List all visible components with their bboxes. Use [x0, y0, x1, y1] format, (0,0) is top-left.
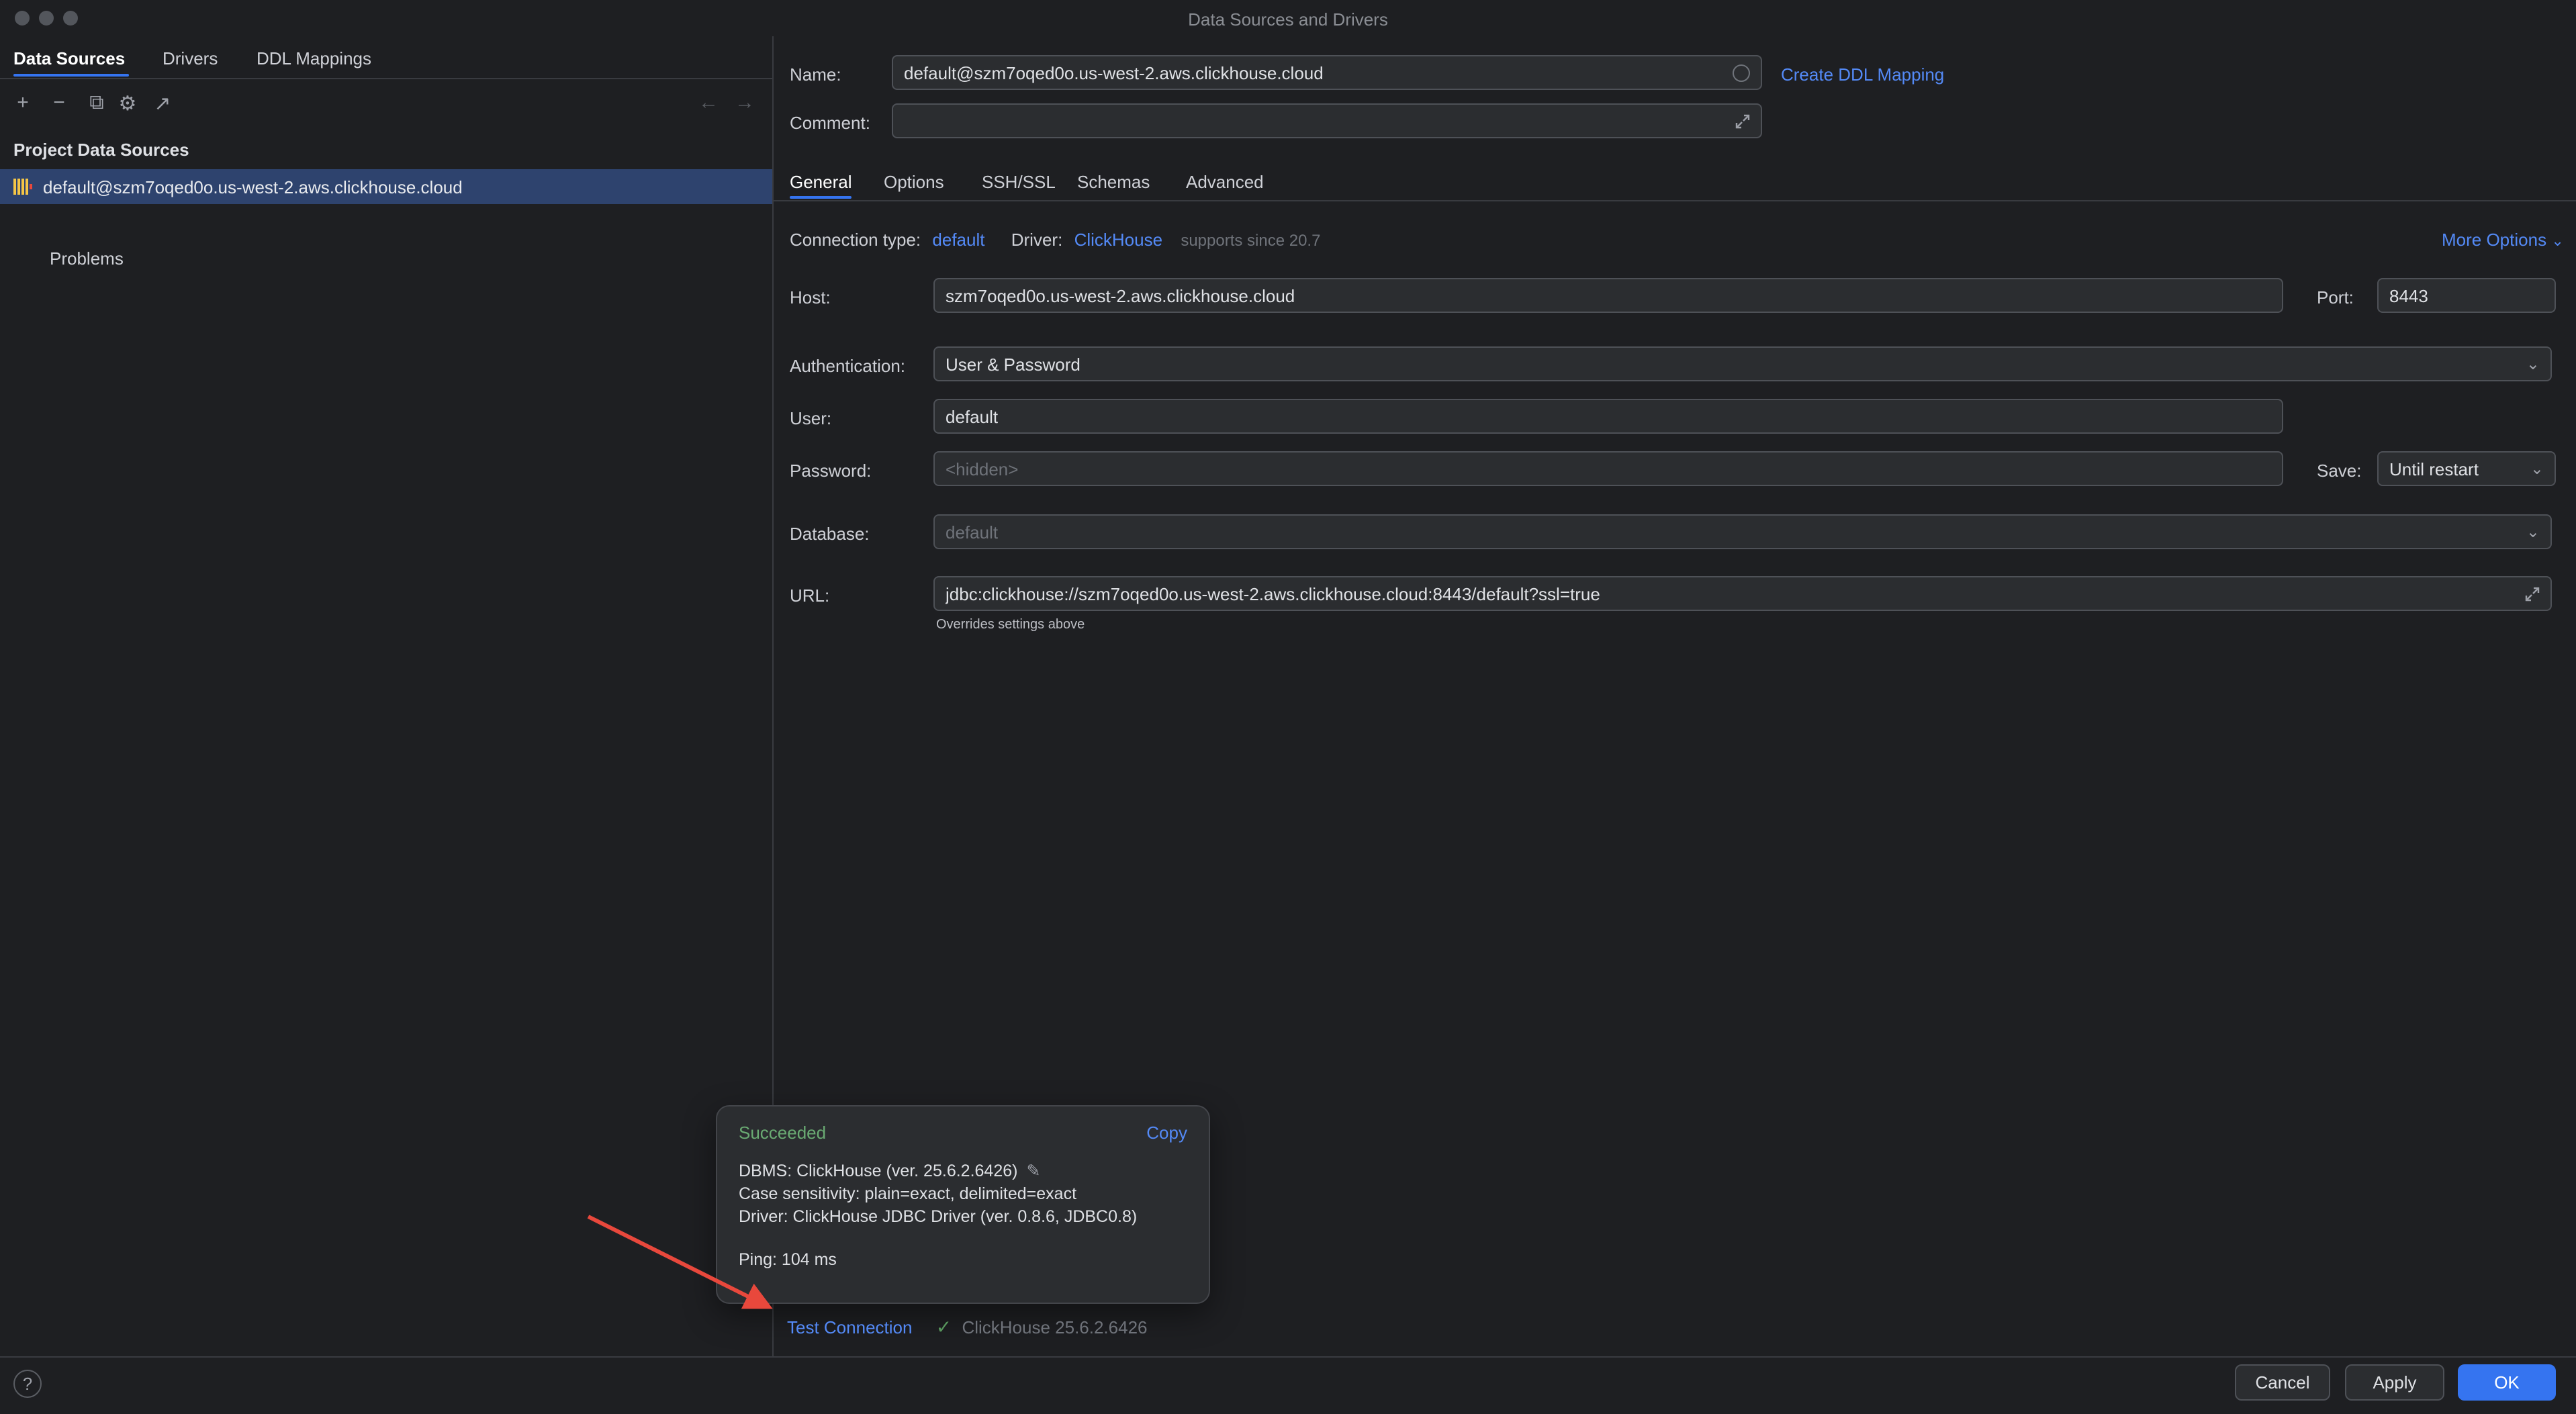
- popup-case-sensitivity-line: Case sensitivity: plain=exact, delimited…: [739, 1183, 1187, 1206]
- copy-link[interactable]: Copy: [1146, 1123, 1187, 1143]
- connection-status-succeeded: Succeeded: [739, 1123, 1187, 1143]
- host-input[interactable]: szm7oqed0o.us-west-2.aws.clickhouse.clou…: [933, 278, 2283, 313]
- popup-dbms-line: DBMS: ClickHouse (ver. 25.6.2.6426): [739, 1162, 1017, 1180]
- name-refresh-icon[interactable]: [1733, 64, 1750, 81]
- authentication-label: Authentication:: [790, 356, 905, 376]
- active-tab-underline: [13, 74, 129, 77]
- url-label: URL:: [790, 585, 829, 606]
- port-input[interactable]: 8443: [2377, 278, 2556, 313]
- open-in-editor-icon[interactable]: ↗: [148, 91, 177, 115]
- expand-icon[interactable]: [2525, 586, 2540, 601]
- active-form-tab-underline: [790, 196, 852, 199]
- footer-divider: [0, 1356, 2576, 1358]
- comment-label: Comment:: [790, 113, 870, 133]
- chevron-down-icon: ⌄: [2526, 355, 2540, 373]
- data-source-list-item[interactable]: default@szm7oqed0o.us-west-2.aws.clickho…: [0, 169, 772, 204]
- driver-value[interactable]: ClickHouse: [1074, 230, 1163, 250]
- data-sources-dialog: Data Sources and Drivers Data Sources Dr…: [0, 0, 2576, 1414]
- database-label: Database:: [790, 524, 870, 544]
- problems-label[interactable]: Problems: [50, 248, 124, 269]
- remove-icon[interactable]: −: [44, 91, 74, 114]
- port-label: Port:: [2317, 287, 2354, 308]
- connection-type-label: Connection type:: [790, 230, 921, 250]
- window-title: Data Sources and Drivers: [0, 9, 2576, 30]
- chevron-down-icon: ⌄: [2530, 459, 2544, 478]
- tab-ssh-ssl[interactable]: SSH/SSL: [982, 172, 1056, 192]
- test-connection-link[interactable]: Test Connection: [787, 1317, 912, 1337]
- popup-ping-line: Ping: 104 ms: [739, 1249, 1187, 1272]
- data-source-name: default@szm7oqed0o.us-west-2.aws.clickho…: [43, 177, 463, 197]
- database-select[interactable]: default ⌄: [933, 514, 2552, 549]
- help-icon[interactable]: ?: [13, 1370, 42, 1398]
- pencil-icon[interactable]: ✎: [1026, 1162, 1040, 1180]
- apply-button[interactable]: Apply: [2345, 1364, 2444, 1401]
- tab-drivers[interactable]: Drivers: [163, 48, 218, 68]
- tab-data-sources[interactable]: Data Sources: [13, 48, 125, 68]
- tab-general[interactable]: General: [790, 172, 852, 192]
- host-label: Host:: [790, 287, 831, 308]
- authentication-select[interactable]: User & Password ⌄: [933, 346, 2552, 381]
- clickhouse-icon: [13, 177, 32, 196]
- password-input[interactable]: <hidden>: [933, 451, 2283, 486]
- popup-driver-line: Driver: ClickHouse JDBC Driver (ver. 0.8…: [739, 1206, 1187, 1229]
- form-tabs-divider: [774, 200, 2576, 201]
- user-label: User:: [790, 408, 831, 428]
- expand-icon[interactable]: [1735, 113, 1750, 128]
- gear-icon[interactable]: ⚙: [113, 91, 142, 115]
- tab-advanced[interactable]: Advanced: [1186, 172, 1264, 192]
- driver-note: supports since 20.7: [1181, 231, 1320, 250]
- create-ddl-mapping-link[interactable]: Create DDL Mapping: [1781, 64, 1944, 85]
- test-connection-result-popup: Succeeded Copy DBMS: ClickHouse (ver. 25…: [716, 1105, 1210, 1304]
- save-label: Save:: [2317, 461, 2362, 481]
- password-label: Password:: [790, 461, 871, 481]
- check-icon: ✓: [936, 1316, 952, 1337]
- save-select[interactable]: Until restart ⌄: [2377, 451, 2556, 486]
- user-input[interactable]: default: [933, 399, 2283, 434]
- project-data-sources-heading: Project Data Sources: [13, 140, 189, 160]
- forward-arrow-icon[interactable]: →: [735, 91, 755, 114]
- duplicate-icon[interactable]: ⧉: [82, 91, 111, 114]
- url-note: Overrides settings above: [936, 618, 1085, 632]
- connection-version-status: ClickHouse 25.6.2.6426: [962, 1317, 1147, 1337]
- url-input[interactable]: jdbc:clickhouse://szm7oqed0o.us-west-2.a…: [933, 576, 2552, 611]
- title-bar: Data Sources and Drivers: [0, 0, 2576, 36]
- ok-button[interactable]: OK: [2458, 1364, 2556, 1401]
- more-options-link[interactable]: More Options: [2442, 230, 2546, 250]
- tab-options[interactable]: Options: [884, 172, 944, 192]
- name-input[interactable]: default@szm7oqed0o.us-west-2.aws.clickho…: [892, 55, 1762, 90]
- tab-schemas[interactable]: Schemas: [1077, 172, 1150, 192]
- connection-type-value[interactable]: default: [932, 230, 984, 250]
- comment-input[interactable]: [892, 103, 1762, 138]
- chevron-down-icon: ⌄: [2526, 522, 2540, 541]
- back-arrow-icon[interactable]: ←: [698, 91, 719, 114]
- name-label: Name:: [790, 64, 841, 85]
- tab-ddl-mappings[interactable]: DDL Mappings: [257, 48, 371, 68]
- add-icon[interactable]: +: [8, 91, 38, 114]
- cancel-button[interactable]: Cancel: [2235, 1364, 2330, 1401]
- left-tabs-divider: [0, 78, 772, 79]
- driver-label: Driver:: [1011, 230, 1063, 250]
- chevron-down-icon: ⌄: [2551, 234, 2563, 250]
